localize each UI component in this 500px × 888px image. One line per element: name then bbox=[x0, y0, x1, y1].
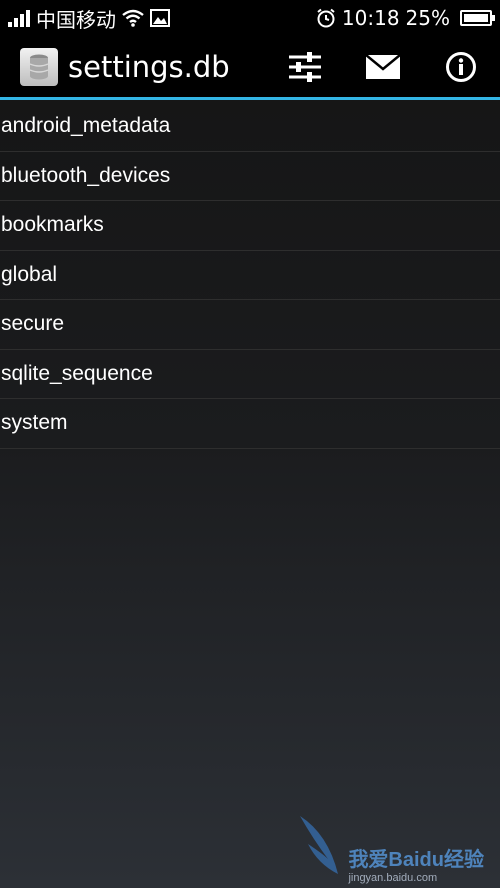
table-row[interactable]: bluetooth_devices bbox=[0, 152, 500, 201]
battery-percent: 25% bbox=[405, 6, 450, 30]
database-icon bbox=[20, 47, 58, 86]
carrier-name: 中国移动 bbox=[36, 7, 116, 32]
clock: 10:18 bbox=[341, 6, 400, 30]
signal-icon bbox=[8, 9, 30, 27]
table-row[interactable]: bookmarks bbox=[0, 201, 500, 251]
table-row[interactable]: system bbox=[0, 399, 500, 449]
mail-icon bbox=[366, 54, 400, 79]
status-bar-right: 10:18 25% bbox=[316, 6, 495, 30]
info-icon bbox=[446, 51, 476, 82]
filter-button[interactable] bbox=[266, 35, 344, 99]
image-icon bbox=[150, 9, 170, 27]
table-row[interactable]: sqlite_sequence bbox=[0, 350, 500, 399]
action-bar: settings.db bbox=[0, 36, 500, 100]
filter-sliders-icon bbox=[289, 51, 321, 82]
table-row[interactable]: secure bbox=[0, 300, 500, 350]
status-bar-left: 中国移动 bbox=[8, 4, 170, 33]
table-row[interactable]: global bbox=[0, 251, 500, 300]
info-button[interactable] bbox=[422, 35, 500, 99]
alarm-icon bbox=[317, 8, 335, 28]
watermark-text: 我爱Baidu经验 bbox=[348, 849, 484, 871]
watermark-url: jingyan.baidu.com bbox=[348, 872, 438, 884]
baidu-watermark: 我爱Baidu经验 jingyan.baidu.com bbox=[298, 814, 484, 884]
battery-icon bbox=[460, 10, 495, 26]
page-title: settings.db bbox=[68, 49, 230, 84]
table-row[interactable]: android_metadata bbox=[0, 102, 500, 152]
mail-button[interactable] bbox=[344, 35, 422, 99]
status-bar: 中国移动 10:18 25% bbox=[0, 0, 500, 36]
table-list: android_metadata bluetooth_devices bookm… bbox=[0, 102, 500, 449]
wifi-icon bbox=[122, 9, 144, 27]
